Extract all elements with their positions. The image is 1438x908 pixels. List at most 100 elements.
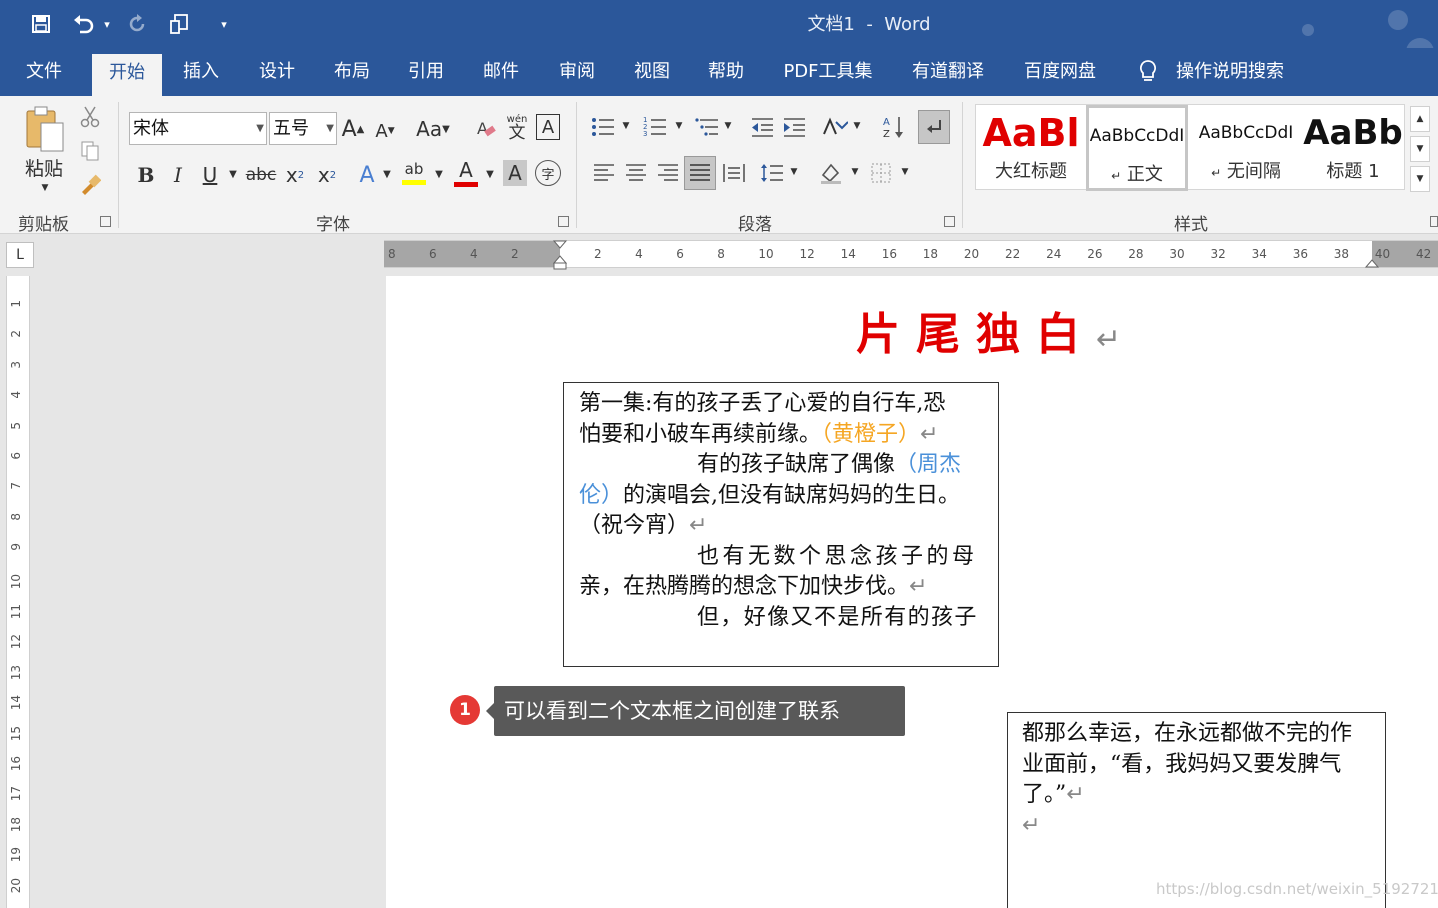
borders-dropdown-icon[interactable]: ▼ bbox=[899, 164, 911, 180]
annotation-callout: 可以看到二个文本框之间创建了联系 bbox=[486, 686, 905, 736]
clear-formatting-icon[interactable]: A bbox=[472, 114, 500, 144]
horizontal-ruler[interactable]: 8 6 4 2 2 4 6 8 10 12 14 16 18 20 22 24 26 28 30 32 34 36 38 40… bbox=[384, 239, 1438, 271]
numbering-dropdown-icon[interactable]: ▼ bbox=[673, 118, 685, 134]
ruler-tick-label: 10 bbox=[758, 247, 774, 261]
font-group-label: 字体 bbox=[316, 215, 350, 235]
cut-icon[interactable] bbox=[78, 104, 102, 130]
tab-youdao[interactable]: 有道翻译 bbox=[900, 48, 996, 96]
font-color-dropdown-icon[interactable]: ▼ bbox=[483, 166, 497, 182]
tab-review[interactable]: 审阅 bbox=[544, 48, 610, 96]
line-spacing-dropdown-icon[interactable]: ▼ bbox=[788, 164, 800, 180]
strikethrough-button[interactable]: abc bbox=[246, 160, 277, 190]
grow-font-button[interactable]: A ▲ bbox=[340, 114, 366, 144]
font-color-button[interactable]: A bbox=[452, 158, 480, 188]
text-box-2[interactable]: 都那么幸运，在永远都做不完的作 业面前，“看，我妈妈又要发脾气 了。”↵ ↵ bbox=[1007, 712, 1386, 908]
tab-home[interactable]: 开始 bbox=[92, 54, 162, 96]
numbering-icon[interactable]: 123 bbox=[640, 112, 670, 142]
chinese-layout-dropdown-icon[interactable]: ▼ bbox=[851, 118, 863, 134]
tab-pdf-tools[interactable]: PDF工具集 bbox=[772, 48, 884, 96]
style-big-red-title[interactable]: AaBl 大红标题 bbox=[978, 105, 1084, 191]
shading-dropdown-icon[interactable]: ▼ bbox=[849, 164, 861, 180]
text-line: （祝今宵）↵ bbox=[579, 513, 708, 538]
tab-references[interactable]: 引用 bbox=[394, 48, 458, 96]
ruler-tick-label: 10 bbox=[9, 573, 23, 589]
copy-icon[interactable] bbox=[78, 138, 102, 164]
lightbulb-icon[interactable] bbox=[1134, 48, 1162, 96]
bold-button[interactable]: B bbox=[133, 160, 159, 190]
style-normal[interactable]: AaBbCcDdI ↵ 正文 bbox=[1086, 105, 1188, 191]
italic-button[interactable]: I bbox=[165, 160, 191, 190]
styles-scroll-down-icon[interactable]: ▼ bbox=[1410, 136, 1430, 162]
enclose-characters-button[interactable]: 字 bbox=[535, 160, 561, 186]
text-effects-dropdown-icon[interactable]: ▼ bbox=[380, 166, 394, 182]
change-case-button[interactable]: Aa ▼ bbox=[410, 114, 456, 144]
subscript-button[interactable]: x2 bbox=[282, 160, 308, 190]
tab-view[interactable]: 视图 bbox=[620, 48, 684, 96]
tab-design[interactable]: 设计 bbox=[244, 48, 310, 96]
ruler-tick-label: 34 bbox=[1251, 247, 1267, 261]
bullets-dropdown-icon[interactable]: ▼ bbox=[620, 118, 632, 134]
tab-insert[interactable]: 插入 bbox=[168, 48, 234, 96]
font-name-combo[interactable]: 宋体 ▼ bbox=[129, 112, 267, 145]
sort-icon[interactable]: AZ bbox=[880, 112, 908, 142]
styles-scroll-up-icon[interactable]: ▲ bbox=[1410, 106, 1430, 132]
text-line: 业面前，“看，我妈妈又要发脾气 bbox=[1022, 751, 1342, 777]
paragraph-launcher-icon[interactable] bbox=[944, 216, 955, 227]
styles-more-icon[interactable]: ▼ bbox=[1410, 166, 1430, 192]
underline-dropdown-icon[interactable]: ▼ bbox=[226, 166, 240, 182]
tab-mailings[interactable]: 邮件 bbox=[468, 48, 534, 96]
character-shading-button[interactable]: A bbox=[503, 160, 527, 186]
tell-me-search[interactable]: 操作说明搜索 bbox=[1170, 48, 1290, 96]
align-left-icon[interactable] bbox=[590, 158, 618, 188]
document-page[interactable]: 片尾独白↵ 第一集:有的孩子丢了心爱的自行车,恐 怕要和小破车再续前缘。（黄橙子… bbox=[386, 276, 1438, 908]
style-heading-1[interactable]: AaBb 标题 1 bbox=[1302, 105, 1404, 191]
shrink-font-button[interactable]: A ▼ bbox=[372, 116, 398, 146]
character-border-button[interactable]: A bbox=[536, 114, 560, 140]
right-indent-icon[interactable] bbox=[1364, 257, 1380, 269]
multilevel-list-icon[interactable] bbox=[692, 112, 722, 142]
line-spacing-icon[interactable] bbox=[758, 158, 786, 188]
ruler-tick-label: 3 bbox=[9, 360, 23, 369]
underline-button[interactable]: U bbox=[197, 160, 223, 190]
justify-icon[interactable] bbox=[684, 156, 716, 190]
ruler-tick-label: 8 bbox=[9, 512, 23, 521]
multilevel-dropdown-icon[interactable]: ▼ bbox=[722, 118, 734, 134]
increase-indent-icon[interactable] bbox=[780, 112, 808, 142]
ruler-tick-label: 13 bbox=[9, 664, 23, 681]
superscript-button[interactable]: x2 bbox=[314, 160, 340, 190]
document-title[interactable]: 片尾独白↵ bbox=[856, 298, 1137, 362]
indent-markers-icon[interactable] bbox=[552, 239, 568, 271]
shading-icon[interactable] bbox=[816, 158, 846, 188]
chinese-layout-icon[interactable] bbox=[820, 112, 850, 142]
font-size-combo[interactable]: 五号 ▼ bbox=[269, 112, 337, 145]
align-right-icon[interactable] bbox=[654, 158, 682, 188]
bullets-icon[interactable] bbox=[588, 112, 618, 142]
clipboard-launcher-icon[interactable] bbox=[100, 216, 111, 227]
tab-file[interactable]: 文件 bbox=[10, 48, 78, 96]
decrease-indent-icon[interactable] bbox=[748, 112, 776, 142]
distributed-icon[interactable] bbox=[720, 158, 748, 188]
styles-gallery: AaBl 大红标题 AaBbCcDdI ↵ 正文 AaBbCcDdI ↵ 无间隔… bbox=[975, 104, 1405, 191]
tab-selector[interactable]: L bbox=[6, 242, 34, 268]
highlight-button[interactable]: ab bbox=[400, 158, 428, 188]
paste-dropdown-icon[interactable]: ▼ bbox=[38, 182, 52, 194]
ruler-tick-label: 38 bbox=[1333, 247, 1350, 261]
align-center-icon[interactable] bbox=[622, 158, 650, 188]
tab-layout[interactable]: 布局 bbox=[320, 48, 384, 96]
tab-help[interactable]: 帮助 bbox=[694, 48, 758, 96]
font-launcher-icon[interactable] bbox=[558, 216, 569, 227]
format-painter-icon[interactable] bbox=[78, 172, 102, 198]
text-box-1[interactable]: 第一集:有的孩子丢了心爱的自行车,恐 怕要和小破车再续前缘。（黄橙子）↵ 有的孩… bbox=[563, 382, 999, 667]
vertical-ruler[interactable]: 1 2 3 4 5 6 7 8 9 10 11 12 13 14 15 16 17 18 19 20 bbox=[6, 276, 30, 908]
paste-button[interactable]: 粘贴 bbox=[14, 154, 74, 180]
show-marks-icon[interactable] bbox=[918, 110, 950, 144]
borders-icon[interactable] bbox=[866, 158, 896, 188]
styles-launcher-icon[interactable] bbox=[1430, 216, 1438, 227]
text-effects-button[interactable]: A bbox=[354, 160, 380, 190]
highlight-dropdown-icon[interactable]: ▼ bbox=[432, 166, 446, 182]
tab-baidu-pan[interactable]: 百度网盘 bbox=[1012, 48, 1108, 96]
ruler-tick-label: 18 bbox=[9, 816, 23, 833]
phonetic-guide-button[interactable]: wén 文 bbox=[504, 112, 530, 144]
style-no-spacing[interactable]: AaBbCcDdI ↵ 无间隔 bbox=[1192, 105, 1300, 191]
paste-icon[interactable] bbox=[20, 104, 70, 154]
